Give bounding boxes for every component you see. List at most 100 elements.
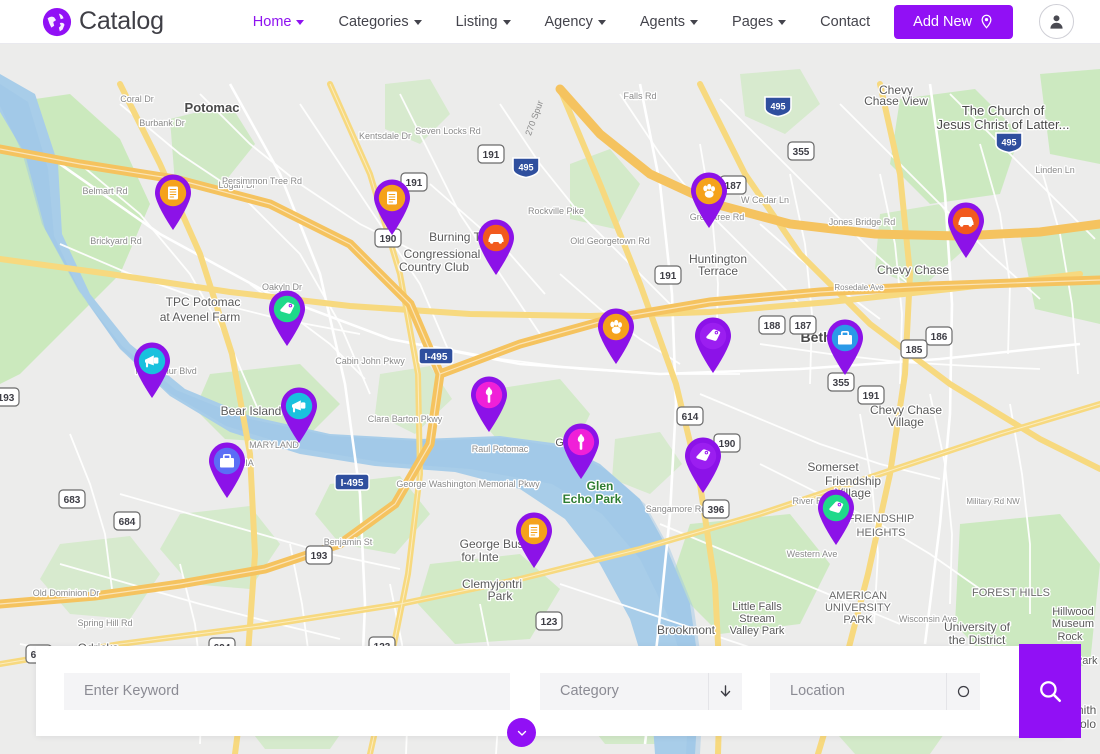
map-marker[interactable] — [264, 289, 310, 347]
map-label: HEIGHTS — [857, 527, 906, 539]
listing-search-panel — [36, 644, 1081, 738]
map-label: UNIVERSITY — [825, 602, 892, 614]
map-marker[interactable] — [558, 422, 604, 480]
location-input[interactable] — [788, 672, 946, 710]
map-label: the District — [949, 633, 1006, 647]
map-pin-icon — [948, 202, 984, 258]
svg-text:191: 191 — [660, 271, 677, 282]
map-label: Potomac — [185, 100, 240, 115]
document-icon — [529, 524, 539, 538]
globe-icon — [42, 7, 72, 36]
map-marker[interactable] — [680, 436, 726, 494]
add-new-button[interactable]: Add New — [894, 4, 1013, 39]
map-label: FOREST HILLS — [972, 587, 1050, 599]
route-shield: 683 — [58, 489, 86, 509]
map-label: Cabin John Pkwy — [335, 356, 405, 366]
search-submit-button[interactable] — [1019, 644, 1081, 738]
map-label: Old Dominion Dr — [33, 588, 100, 598]
nav-label: Home — [252, 13, 292, 30]
map-pin-icon — [563, 423, 599, 479]
map-label: for Inte — [461, 550, 499, 564]
nav-item-home[interactable]: Home — [236, 8, 322, 36]
svg-text:495: 495 — [518, 163, 533, 173]
panel-expand-toggle[interactable] — [507, 718, 536, 747]
category-field[interactable] — [540, 672, 742, 710]
map-marker[interactable] — [204, 441, 250, 499]
route-shield: 614 — [676, 406, 704, 426]
keyword-field[interactable] — [64, 672, 510, 710]
route-shield: 186 — [925, 326, 953, 346]
map-label: Park — [488, 589, 514, 603]
svg-text:683: 683 — [64, 495, 81, 506]
search-input[interactable] — [82, 672, 492, 710]
map-pin-icon — [155, 174, 191, 230]
map-pin-icon — [281, 387, 317, 443]
map-label: Somerset — [807, 460, 859, 474]
svg-text:495: 495 — [770, 102, 785, 112]
nav-item-pages[interactable]: Pages — [715, 8, 803, 36]
nav-item-agents[interactable]: Agents — [623, 8, 715, 36]
map-marker[interactable] — [943, 201, 989, 259]
map-marker[interactable] — [690, 316, 736, 374]
map-marker[interactable] — [593, 307, 639, 365]
location-field[interactable] — [770, 672, 980, 710]
map-label: Brickyard Rd — [90, 236, 142, 246]
map-label: Coral Dr — [120, 94, 154, 104]
category-input[interactable] — [558, 672, 708, 710]
map-label: Kentsdale Dr — [359, 131, 411, 141]
map-label: Glen — [587, 479, 614, 493]
map-label: Bear Island — [221, 404, 282, 418]
map-marker[interactable] — [276, 386, 322, 444]
nav-item-agency[interactable]: Agency — [528, 8, 623, 36]
svg-text:355: 355 — [793, 147, 810, 158]
map-marker[interactable] — [150, 173, 196, 231]
category-dropdown-button[interactable] — [708, 672, 742, 710]
route-shield: I-495 — [418, 347, 454, 365]
map-pin-icon — [827, 319, 863, 375]
route-shield: 191 — [857, 385, 885, 405]
map-pin-icon — [695, 317, 731, 373]
svg-text:495: 495 — [1001, 138, 1016, 148]
nav-item-categories[interactable]: Categories — [321, 8, 438, 36]
map-marker[interactable] — [511, 511, 557, 569]
svg-text:355: 355 — [833, 378, 850, 389]
user-avatar-icon — [1050, 15, 1063, 29]
map-pin-icon — [818, 489, 854, 545]
map-label: Old Georgetown Rd — [570, 236, 650, 246]
map-label: Country Club — [399, 260, 469, 274]
map-marker[interactable] — [822, 318, 868, 376]
brand-logo[interactable]: Catalog — [42, 7, 164, 37]
map-marker[interactable] — [369, 178, 415, 236]
arrow-down-icon — [720, 684, 731, 697]
map-label: Village — [888, 415, 924, 429]
route-shield: 495 — [512, 157, 540, 179]
map-pin-icon — [209, 442, 245, 498]
nav-item-listing[interactable]: Listing — [439, 8, 528, 36]
map-label: George Washington Memorial Pkwy — [396, 479, 540, 489]
add-new-label: Add New — [913, 13, 972, 30]
map-label: Hillwood — [1052, 606, 1094, 618]
svg-text:I-495: I-495 — [425, 352, 448, 363]
locate-target-icon — [957, 685, 970, 697]
map-label: Falls Rd — [623, 91, 656, 101]
map-pin-icon — [685, 437, 721, 493]
map-marker[interactable] — [473, 218, 519, 276]
search-icon — [1040, 681, 1061, 702]
map-marker[interactable] — [129, 341, 175, 399]
nav-label: Agents — [639, 13, 686, 30]
route-shield: 193 — [305, 545, 333, 565]
svg-text:191: 191 — [863, 391, 880, 402]
map-label: Rock — [1057, 631, 1083, 643]
nav-label: Pages — [732, 13, 774, 30]
account-avatar-button[interactable] — [1039, 4, 1074, 39]
map-pin-icon — [691, 172, 727, 228]
map-marker[interactable] — [466, 375, 512, 433]
svg-text:187: 187 — [795, 321, 812, 332]
nav-item-contact[interactable]: Contact — [803, 8, 887, 36]
map-marker[interactable] — [686, 171, 732, 229]
svg-text:185: 185 — [906, 345, 923, 356]
route-shield: I-495 — [334, 473, 370, 491]
use-my-location-button[interactable] — [946, 672, 980, 710]
map-label: Western Ave — [787, 549, 838, 559]
map-marker[interactable] — [813, 488, 859, 546]
